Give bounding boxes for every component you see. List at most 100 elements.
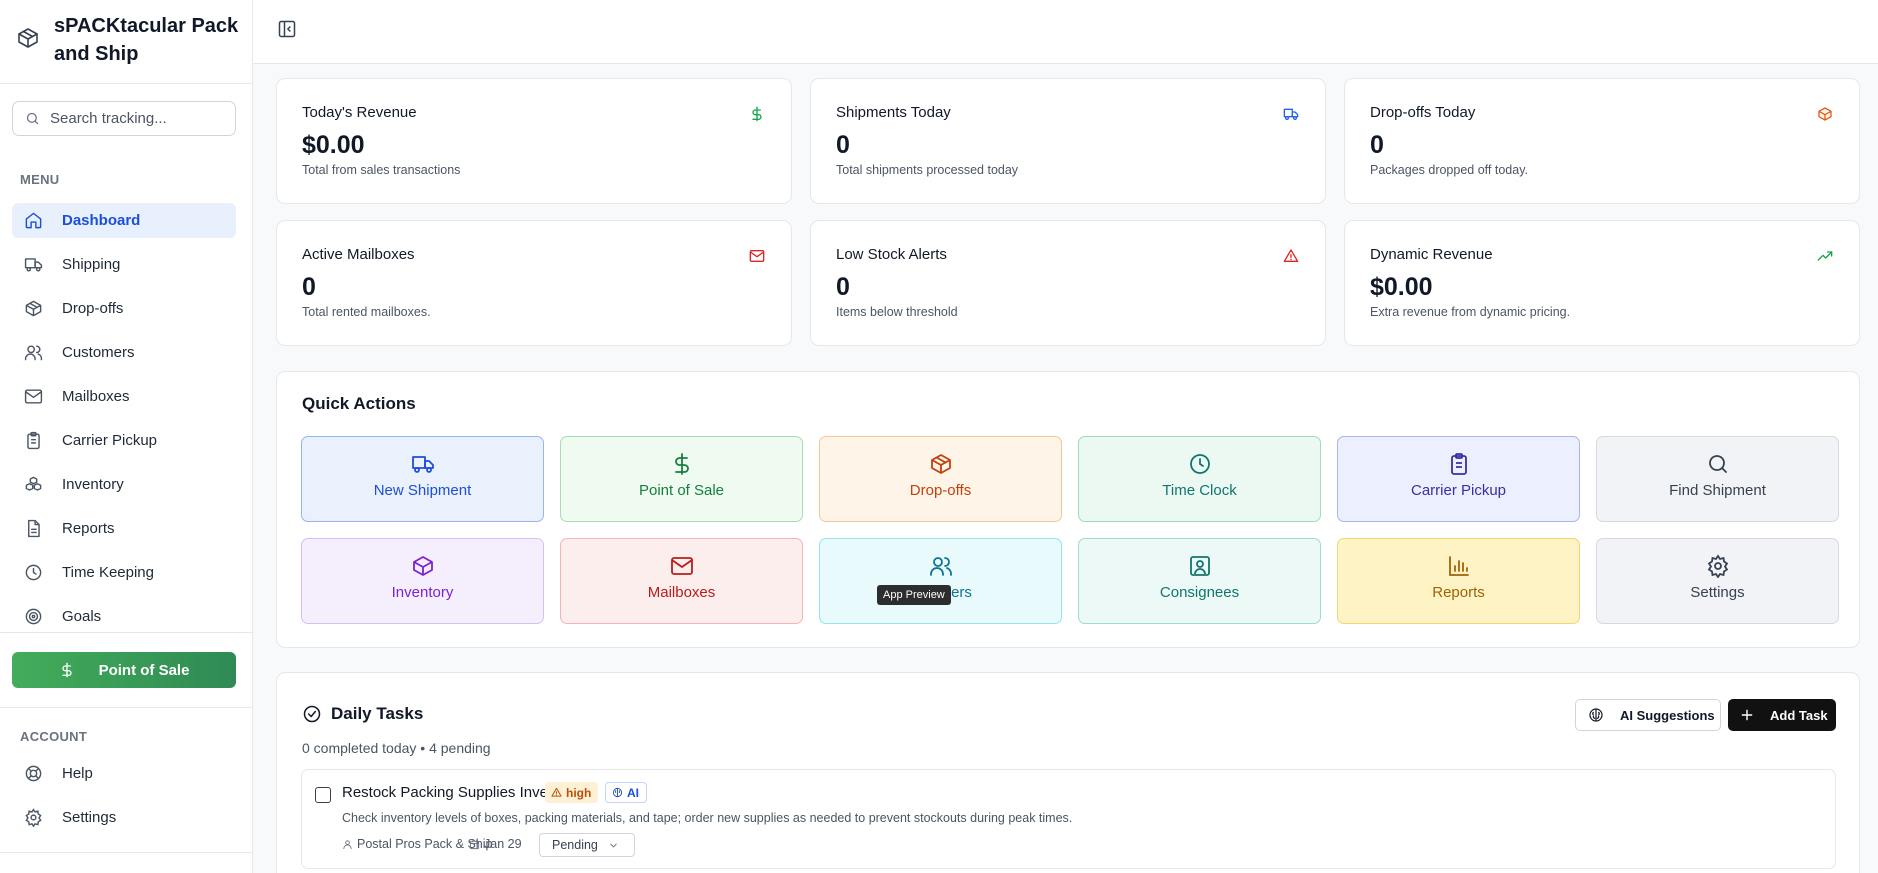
task-status-value: Pending [552, 838, 598, 852]
sidebar-item-shipping[interactable]: Shipping [12, 247, 236, 282]
sidebar-item-label: Dashboard [62, 212, 141, 229]
sidebar-item-label: Inventory [62, 476, 124, 493]
task-item: Restock Packing Supplies Inventory high … [301, 769, 1836, 869]
ai-badge: AI [605, 782, 647, 803]
alert-triangle-icon [1283, 249, 1299, 262]
quick-action-consignees[interactable]: Consignees [1078, 538, 1321, 624]
home-icon [25, 212, 42, 229]
life-buoy-icon [25, 765, 42, 782]
search-box[interactable] [12, 101, 236, 136]
stat-subtext: Total shipments processed today [836, 163, 1019, 177]
daily-tasks-panel: Daily Tasks 0 completed today • 4 pendin… [276, 672, 1860, 873]
quick-action-drop-offs[interactable]: Drop-offs [819, 436, 1062, 522]
truck-icon [24, 258, 43, 272]
stat-value: $0.00 [1370, 273, 1433, 301]
sidebar-item-label: Time Keeping [62, 564, 154, 581]
sidebar-divider [0, 707, 252, 708]
menu-section-label: MENU [20, 172, 60, 187]
search-input[interactable] [50, 110, 220, 127]
stat-value: 0 [302, 273, 316, 301]
sidebar-item-carrier-pickup[interactable]: Carrier Pickup [12, 423, 236, 458]
sidebar-item-help[interactable]: Help [12, 756, 236, 791]
quick-action-carrier-pickup[interactable]: Carrier Pickup [1337, 436, 1580, 522]
stat-label: Shipments Today [836, 104, 951, 121]
account-nav: Help Settings [12, 756, 236, 844]
stat-label: Today's Revenue [302, 104, 417, 121]
boxes-icon [25, 476, 42, 491]
quick-action-find-shipment[interactable]: Find Shipment [1596, 436, 1839, 522]
quick-action-customers[interactable]: ers [819, 538, 1062, 624]
user-icon [343, 839, 352, 849]
target-icon [25, 608, 42, 625]
sidebar-toggle-icon[interactable] [277, 19, 297, 39]
stat-subtext: Total from sales transactions [302, 163, 461, 177]
task-description: Check inventory levels of boxes, packing… [342, 811, 1073, 825]
mail-icon [749, 250, 765, 262]
stat-value: 0 [1370, 131, 1384, 159]
sidebar-item-label: Goals [62, 608, 102, 625]
sidebar-item-settings[interactable]: Settings [12, 800, 236, 835]
plus-icon [1741, 709, 1753, 721]
clipboard-icon [1450, 453, 1467, 475]
trending-up-icon [1817, 251, 1833, 261]
sidebar-item-reports[interactable]: Reports [12, 511, 236, 546]
package-icon [18, 28, 38, 48]
sidebar-item-dashboard[interactable]: Dashboard [12, 203, 236, 238]
sidebar-item-label: Settings [62, 809, 117, 826]
ai-suggestions-label: AI Suggestions [1620, 707, 1715, 723]
task-status-select[interactable]: Pending [539, 833, 635, 857]
stat-label: Active Mailboxes [302, 246, 415, 263]
stat-label: Drop-offs Today [1370, 104, 1476, 121]
quick-action-label: Find Shipment [1669, 482, 1766, 499]
priority-badge: high [545, 782, 599, 803]
quick-action-point-of-sale[interactable]: Point of Sale [560, 436, 803, 522]
quick-action-new-shipment[interactable]: New Shipment [301, 436, 544, 522]
quick-action-reports[interactable]: Reports [1337, 538, 1580, 624]
sidebar-item-mailboxes[interactable]: Mailboxes [12, 379, 236, 414]
app-preview-tooltip: App Preview [877, 585, 951, 605]
brand: sPACKtacular Pack and Ship [0, 0, 252, 84]
sidebar-item-inventory[interactable]: Inventory [12, 467, 236, 502]
stat-card-shipments: Shipments Today 0 Total shipments proces… [810, 78, 1326, 204]
stat-card-low-stock: Low Stock Alerts 0 Items below threshold [810, 220, 1326, 346]
quick-action-label: New Shipment [373, 482, 472, 499]
chevron-down-icon [610, 843, 617, 848]
gear-icon [25, 808, 42, 827]
quick-action-mailboxes[interactable]: Mailboxes [560, 538, 803, 624]
sidebar-item-label: Carrier Pickup [62, 432, 158, 449]
sidebar-divider [0, 852, 252, 853]
task-checkbox[interactable] [315, 787, 331, 803]
add-task-button[interactable]: Add Task [1728, 699, 1836, 731]
stat-value: 0 [836, 273, 850, 301]
sidebar-item-drop-offs[interactable]: Drop-offs [12, 291, 236, 326]
quick-action-time-clock[interactable]: Time Clock [1078, 436, 1321, 522]
quick-action-inventory[interactable]: Inventory [301, 538, 544, 624]
gear-icon [1707, 554, 1728, 578]
sidebar-item-label: Mailboxes [62, 388, 130, 405]
quick-action-label: Inventory [391, 584, 454, 601]
alert-triangle-icon [551, 787, 562, 797]
point-of-sale-button[interactable]: Point of Sale [12, 652, 236, 688]
point-of-sale-label: Point of Sale [98, 661, 190, 679]
search-icon [26, 112, 39, 125]
stat-subtext: Packages dropped off today. [1370, 163, 1528, 177]
quick-action-label: Reports [1432, 584, 1485, 601]
add-task-label: Add Task [1770, 707, 1828, 723]
clipboard-icon [27, 431, 40, 450]
dollar-icon [61, 662, 72, 678]
calendar-icon [469, 839, 480, 849]
quick-action-settings[interactable]: Settings [1596, 538, 1839, 624]
sidebar-item-customers[interactable]: Customers [12, 335, 236, 370]
sidebar-item-time-keeping[interactable]: Time Keeping [12, 555, 236, 590]
package-icon [930, 454, 951, 474]
task-date-label: Jan 29 [484, 837, 522, 851]
sidebar-item-label: Reports [62, 520, 115, 537]
ai-suggestions-button[interactable]: AI Suggestions [1575, 699, 1721, 731]
stat-subtext: Total rented mailboxes. [302, 305, 431, 319]
bar-chart-icon [1448, 556, 1469, 576]
search-icon [1708, 455, 1727, 473]
stat-value: 0 [836, 131, 850, 159]
brain-icon [1589, 708, 1603, 722]
sidebar-item-goals[interactable]: Goals [12, 599, 236, 634]
daily-tasks-title: Daily Tasks [331, 704, 424, 723]
